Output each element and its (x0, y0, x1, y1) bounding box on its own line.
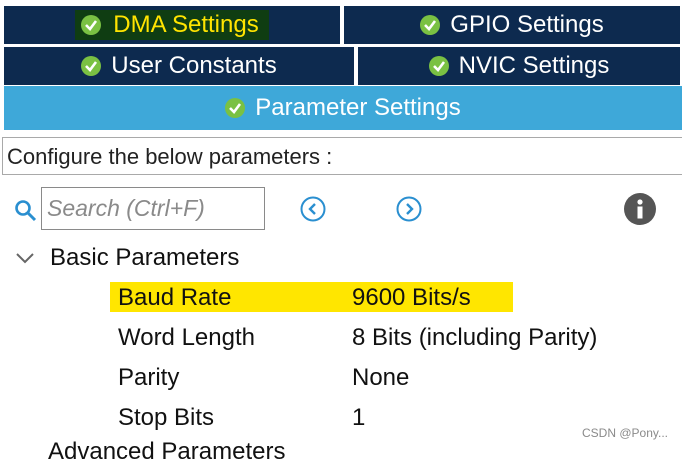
chevron-down-icon (16, 253, 34, 264)
check-circle-icon (428, 56, 449, 76)
param-name: Parity (118, 364, 180, 391)
check-circle-icon (225, 98, 246, 118)
tab-parameter-settings[interactable]: Parameter Settings (4, 86, 682, 130)
watermark: CSDN @Pony... (582, 426, 668, 440)
tab-label: DMA Settings (113, 11, 259, 38)
tab-label: GPIO Settings (450, 11, 604, 38)
section-basic-parameters[interactable]: Basic Parameters (14, 240, 239, 276)
tab-nvic-settings[interactable]: NVIC Settings (358, 47, 680, 85)
param-row-baud-rate[interactable]: Baud Rate 9600 Bits/s (110, 278, 670, 318)
tab-label: User Constants (111, 52, 277, 79)
check-circle-icon (81, 15, 102, 35)
tab-label: Parameter Settings (255, 94, 461, 121)
param-value[interactable]: 1 (352, 398, 365, 438)
search-input[interactable]: Search (Ctrl+F) (41, 187, 265, 230)
check-circle-icon (81, 56, 102, 76)
search-icon[interactable] (14, 199, 38, 223)
tab-dma-settings[interactable]: DMA Settings (4, 6, 340, 44)
chevron-left-icon[interactable] (300, 196, 326, 222)
param-row-word-length[interactable]: Word Length 8 Bits (including Parity) (110, 318, 670, 358)
chevron-right-icon[interactable] (396, 196, 422, 222)
param-name: Word Length (118, 324, 255, 351)
check-circle-icon (420, 15, 441, 35)
section-advanced-parameters[interactable]: Advanced Parameters (48, 432, 285, 472)
section-label: Basic Parameters (50, 244, 240, 271)
tab-user-constants[interactable]: User Constants (4, 47, 354, 85)
configure-heading: Configure the below parameters : (2, 137, 682, 175)
param-name: Baud Rate (118, 284, 232, 311)
param-value[interactable]: 9600 Bits/s (352, 278, 471, 318)
tab-gpio-settings[interactable]: GPIO Settings (344, 6, 680, 44)
param-row-parity[interactable]: Parity None (110, 358, 670, 398)
tab-dma-highlight: DMA Settings (75, 10, 269, 40)
param-value[interactable]: 8 Bits (including Parity) (352, 318, 597, 358)
info-icon[interactable] (624, 193, 656, 225)
tab-label: NVIC Settings (458, 52, 610, 79)
param-value[interactable]: None (352, 358, 409, 398)
